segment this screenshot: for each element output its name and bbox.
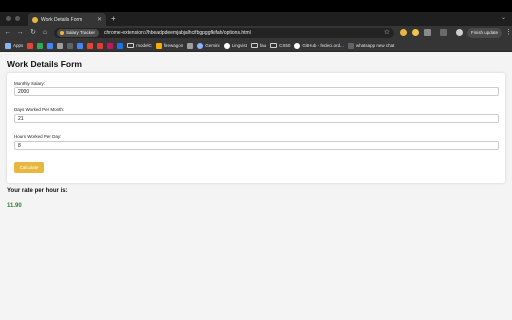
extension-icon[interactable] xyxy=(412,29,419,36)
bookmark-label: whatsapp new chat xyxy=(355,43,395,48)
side-panel-icon[interactable] xyxy=(440,29,447,36)
work-details-form: Monthly Salary: 2000 Days Worked Per Mon… xyxy=(7,73,505,183)
days-worked-label: Days Worked Per Month: xyxy=(14,107,65,112)
address-bar[interactable]: Salary Tracker chrome-extension://hbeadp… xyxy=(54,28,394,38)
bookmarks-bar: Apps modelC firewagon Gemini Lingvist fau CS50… xyxy=(0,40,512,52)
github-icon xyxy=(294,42,301,49)
bookmark-item[interactable] xyxy=(67,42,74,49)
close-tab-icon[interactable]: ✕ xyxy=(97,17,102,23)
folder-icon xyxy=(127,43,135,48)
options-page: Work Details Form Monthly Salary: 2000 D… xyxy=(0,52,512,320)
extensions-puzzle-icon[interactable] xyxy=(424,29,431,36)
home-icon[interactable]: ⌂ xyxy=(40,28,50,38)
bookmark-item[interactable] xyxy=(97,42,104,49)
bookmark-item[interactable] xyxy=(87,42,94,49)
bookmark-label: fau xyxy=(259,43,267,48)
hours-worked-label: Hours Worked Per Day: xyxy=(14,134,62,139)
folder-icon xyxy=(270,43,278,48)
bookmark-item[interactable] xyxy=(37,42,44,49)
bookmark-item[interactable] xyxy=(57,42,64,49)
bookmark-item[interactable]: fau xyxy=(250,43,267,48)
bookmark-icon xyxy=(67,42,74,49)
bookmark-item[interactable]: Apps xyxy=(5,42,24,49)
bookmark-label: GitHub - fedeci.ord... xyxy=(302,43,344,48)
profile-avatar[interactable] xyxy=(456,29,463,36)
bookmark-item[interactable]: whatsapp new chat xyxy=(347,42,395,49)
bookmark-icon xyxy=(187,42,194,49)
bookmark-label: modelC xyxy=(136,43,152,48)
bookmark-item[interactable] xyxy=(107,42,114,49)
reload-icon[interactable]: ↻ xyxy=(28,28,38,38)
hourly-rate-value: 11.90 xyxy=(7,203,22,209)
bookmark-label: firewagon xyxy=(163,43,184,48)
tab-work-details-form[interactable]: Work Details Form ✕ xyxy=(28,13,106,26)
lingvist-icon xyxy=(223,42,230,49)
top-black-band xyxy=(0,0,512,12)
extension-icon xyxy=(60,31,64,35)
bookmark-label: Lingvist xyxy=(231,43,247,48)
bookmark-label: Gemini xyxy=(205,43,220,48)
apps-grid-icon xyxy=(5,42,11,49)
back-icon[interactable]: ← xyxy=(3,28,13,38)
bookmark-item[interactable]: CS50 xyxy=(270,43,290,48)
extension-chip[interactable]: Salary Tracker xyxy=(57,29,100,37)
bookmark-item[interactable] xyxy=(187,42,194,49)
page-title: Work Details Form xyxy=(7,59,82,69)
extension-chip-label: Salary Tracker xyxy=(66,30,96,35)
salary-tracker-extension-icon[interactable] xyxy=(400,29,407,36)
bookmark-item[interactable]: firewagon xyxy=(155,42,184,49)
bookmark-icon xyxy=(117,42,124,49)
bookmark-icon xyxy=(107,42,114,49)
bookmark-icon xyxy=(155,42,162,49)
bookmark-item[interactable]: Gemini xyxy=(197,42,220,49)
forward-icon[interactable]: → xyxy=(15,28,25,38)
bookmark-icon xyxy=(87,42,94,49)
bookmark-icon xyxy=(57,42,64,49)
chrome-menu-icon[interactable]: ⋮ xyxy=(505,28,512,38)
tab-title: Work Details Form xyxy=(41,16,83,23)
bookmark-icon xyxy=(97,42,104,49)
tab-search-icon[interactable]: ⌄ xyxy=(501,14,506,21)
bookmark-label: CS50 xyxy=(279,43,291,48)
result-heading: Your rate per hour is: xyxy=(7,188,68,194)
bookmark-star-icon[interactable]: ☆ xyxy=(384,28,390,38)
bookmark-icon xyxy=(347,42,354,49)
bookmark-label: Apps xyxy=(13,43,24,48)
gmail-icon xyxy=(27,42,34,49)
hours-worked-input[interactable]: 8 xyxy=(14,141,499,150)
url-text[interactable]: chrome-extension://hbeadpdeemjabjalhcifb… xyxy=(104,30,251,36)
bookmark-icon xyxy=(47,42,54,49)
monthly-salary-input[interactable]: 2000 xyxy=(14,87,499,96)
new-tab-button[interactable]: + xyxy=(111,13,116,25)
bookmark-icon xyxy=(37,42,44,49)
gemini-icon xyxy=(197,42,204,49)
tab-strip: Work Details Form ✕ + ⌄ xyxy=(0,12,512,26)
calculate-button[interactable]: Calculate xyxy=(14,162,44,173)
days-worked-input[interactable]: 21 xyxy=(14,114,499,123)
tab-favicon-icon xyxy=(32,16,38,23)
folder-icon xyxy=(250,43,258,48)
bookmark-item[interactable] xyxy=(47,42,54,49)
finish-update-button[interactable]: Finish update xyxy=(467,28,503,38)
bookmark-item[interactable] xyxy=(117,42,124,49)
address-toolbar: ← → ↻ ⌂ Salary Tracker chrome-extension:… xyxy=(0,26,512,40)
bookmark-item[interactable] xyxy=(77,42,84,49)
bookmark-item[interactable]: GitHub - fedeci.ord... xyxy=(294,42,344,49)
bookmark-item[interactable]: Lingvist xyxy=(223,42,247,49)
window-controls[interactable] xyxy=(6,16,20,21)
bookmark-item[interactable]: modelC xyxy=(127,43,152,48)
monthly-salary-label: Monthly Salary: xyxy=(14,81,46,86)
bookmark-item[interactable] xyxy=(27,42,34,49)
bookmark-icon xyxy=(77,42,84,49)
